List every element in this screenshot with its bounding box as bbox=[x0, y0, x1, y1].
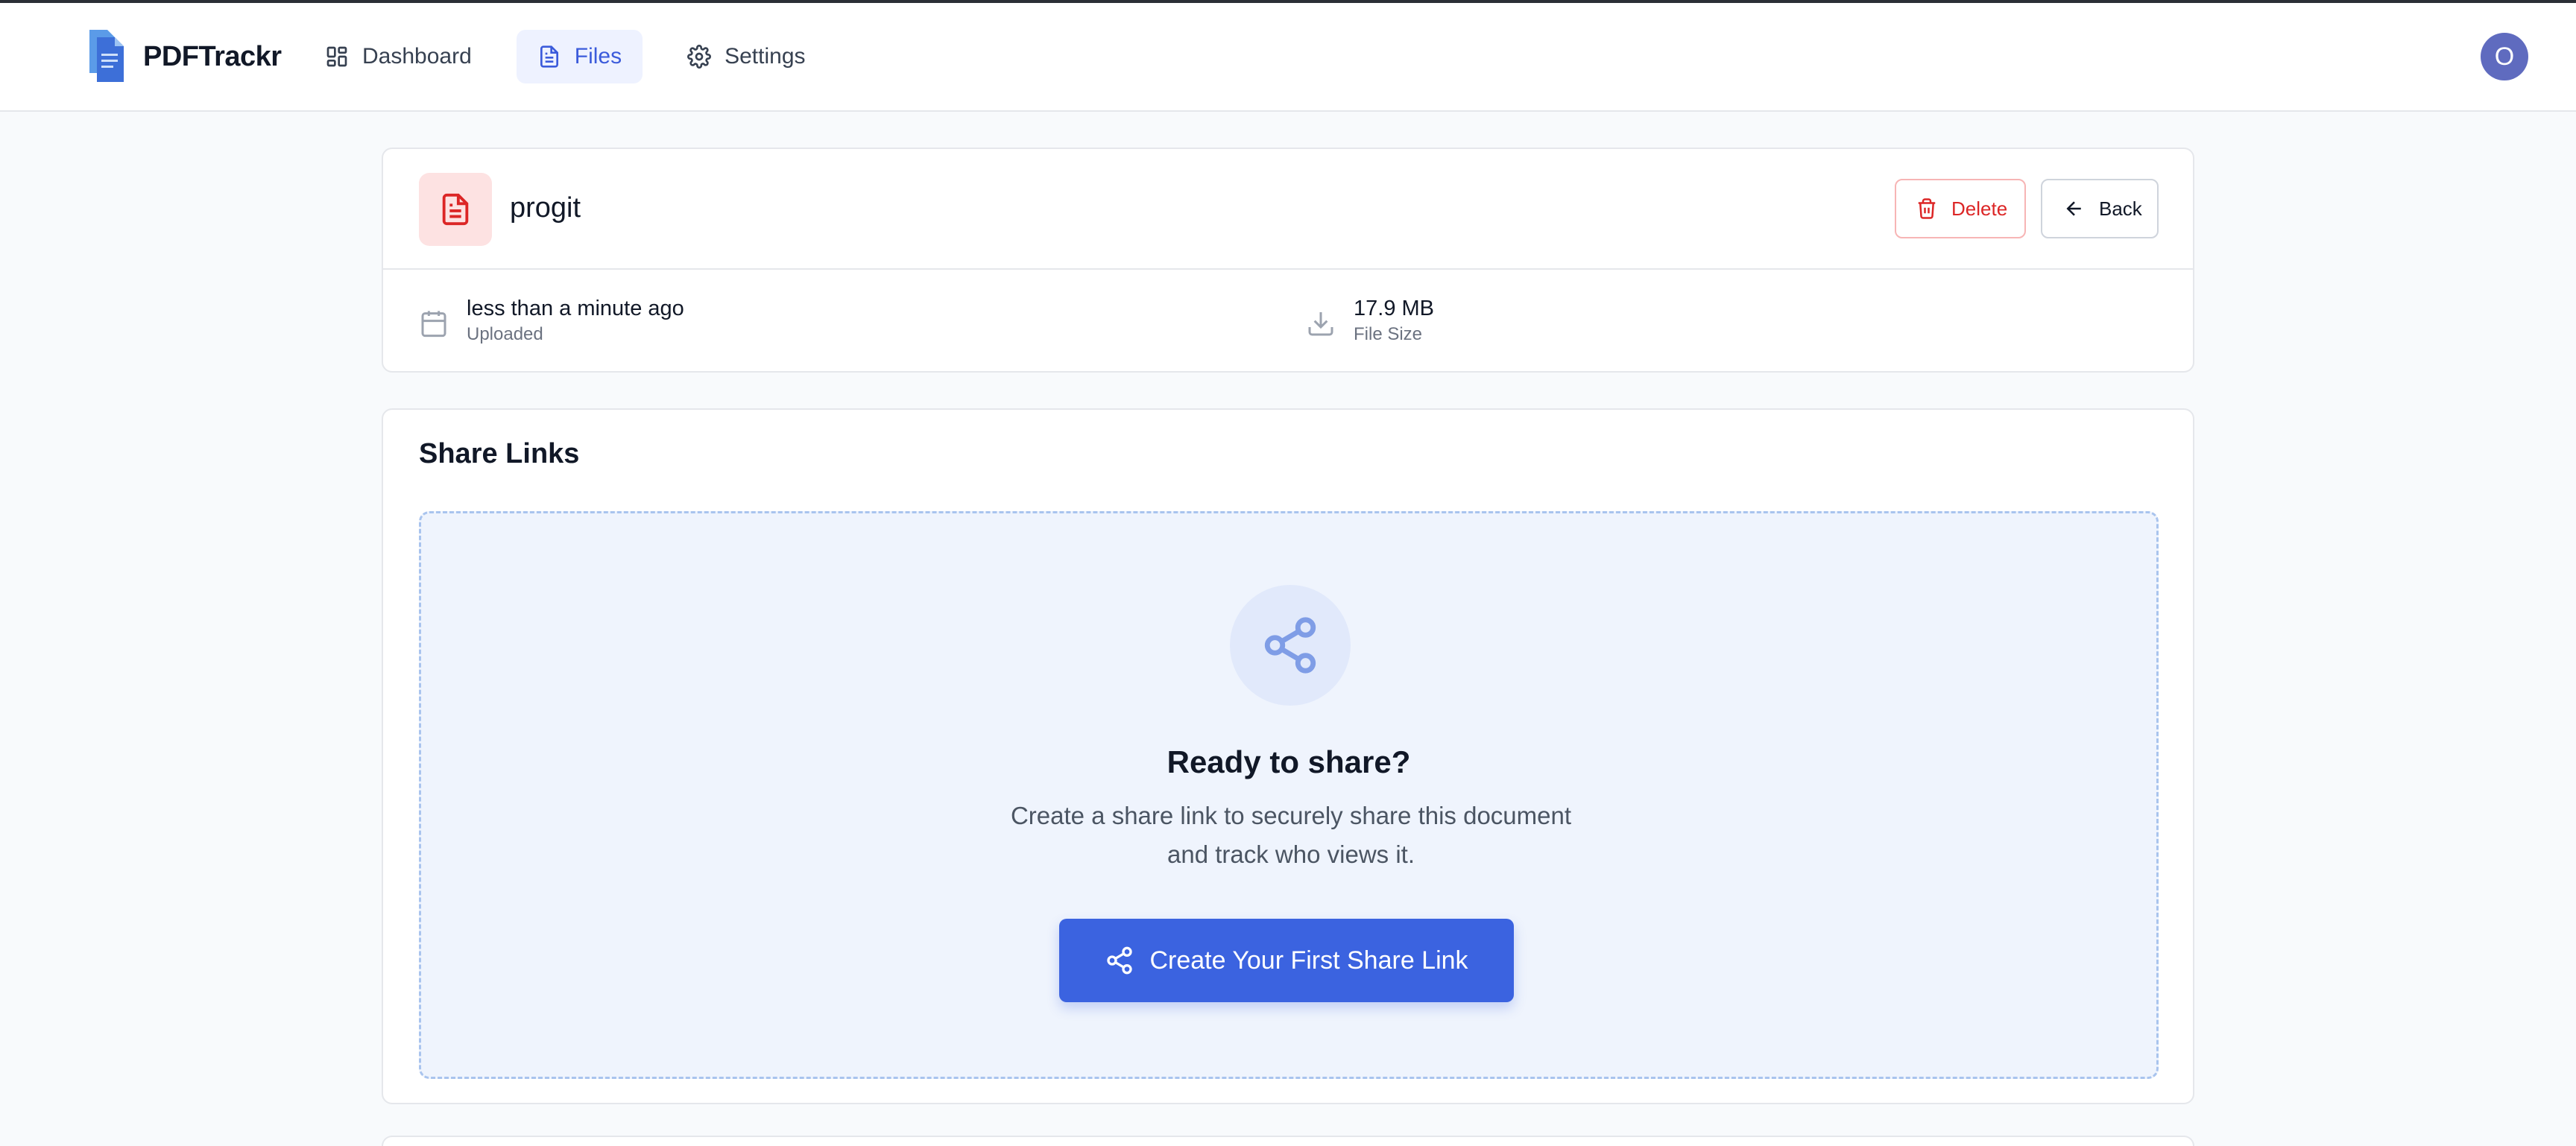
file-size-info: 17.9 MB File Size bbox=[1306, 295, 1434, 347]
app-name: PDFTrackr bbox=[143, 40, 282, 72]
brand[interactable]: PDFTrackr bbox=[86, 28, 282, 85]
nav-item-files[interactable]: Files bbox=[516, 30, 643, 83]
file-size-value: 17.9 MB bbox=[1354, 297, 1434, 320]
app-logo-icon bbox=[89, 30, 124, 82]
user-avatar[interactable]: O bbox=[2481, 33, 2528, 80]
share-links-card: Share Links Ready to share? Create a sha… bbox=[382, 408, 2194, 1104]
next-card-edge bbox=[382, 1136, 2194, 1146]
empty-state-description: Create a share link to securely share th… bbox=[1010, 802, 1572, 868]
download-icon bbox=[1308, 312, 1333, 336]
back-button-label: Back bbox=[2099, 197, 2142, 220]
share-icon bbox=[1264, 617, 1316, 674]
back-button[interactable]: Back bbox=[2041, 179, 2159, 238]
share-illustration bbox=[1230, 585, 1351, 706]
create-share-link-label: Create Your First Share Link bbox=[1149, 946, 1468, 975]
nav-label-files: Files bbox=[574, 44, 622, 69]
delete-button-label: Delete bbox=[1951, 197, 2008, 220]
share-icon bbox=[1107, 946, 1133, 975]
main-nav: Dashboard Files Settings bbox=[313, 30, 818, 83]
calendar-icon bbox=[421, 311, 446, 338]
create-share-link-button[interactable]: Create Your First Share Link bbox=[1059, 919, 1514, 1002]
file-name: progit bbox=[510, 192, 581, 224]
nav-item-dashboard[interactable]: Dashboard bbox=[313, 30, 484, 83]
file-size-label: File Size bbox=[1354, 324, 1423, 344]
file-details-card: progit Delete Back less than a minute ag… bbox=[382, 148, 2194, 373]
file-icon bbox=[540, 45, 558, 68]
nav-label-dashboard: Dashboard bbox=[362, 44, 472, 69]
file-header: progit Delete Back bbox=[383, 149, 2193, 270]
avatar-initial: O bbox=[2494, 42, 2515, 71]
share-empty-state: Ready to share? Create a share link to s… bbox=[419, 511, 2159, 1079]
share-links-title: Share Links bbox=[419, 438, 580, 469]
delete-button[interactable]: Delete bbox=[1895, 179, 2026, 238]
gear-icon bbox=[687, 45, 712, 69]
empty-state-heading: Ready to share? bbox=[1167, 744, 1411, 779]
uploaded-label: Uploaded bbox=[467, 324, 543, 344]
dashboard-icon bbox=[326, 46, 347, 67]
uploaded-value: less than a minute ago bbox=[467, 297, 684, 320]
app-header: PDFTrackr Dashboard Files Settings O bbox=[0, 3, 2576, 112]
file-type-badge bbox=[419, 173, 492, 246]
arrow-left-icon bbox=[2066, 201, 2081, 216]
nav-item-settings[interactable]: Settings bbox=[675, 30, 817, 83]
nav-label-settings: Settings bbox=[724, 44, 806, 69]
pdf-file-icon bbox=[442, 193, 469, 226]
uploaded-info: less than a minute ago Uploaded bbox=[419, 295, 684, 347]
trash-icon bbox=[1918, 198, 1936, 219]
